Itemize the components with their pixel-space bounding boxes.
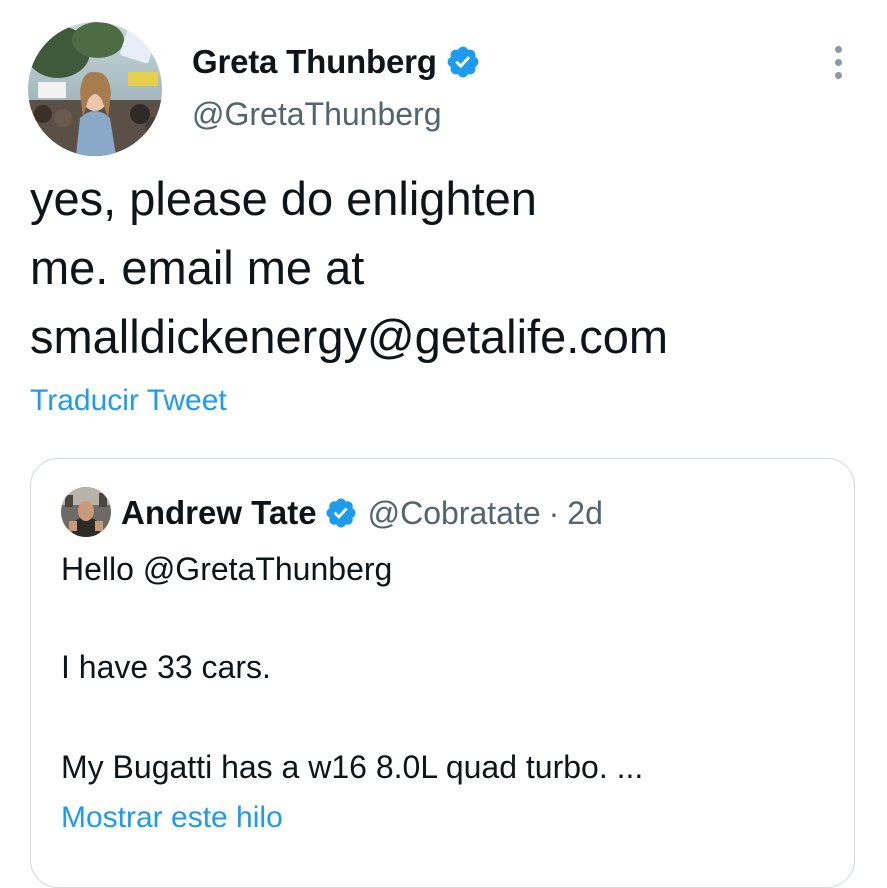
quoted-author-avatar[interactable] xyxy=(61,487,111,537)
quoted-author-avatar-photo xyxy=(61,487,111,537)
author-avatar-photo xyxy=(28,22,162,156)
quoted-tweet-line: I have 33 cars. xyxy=(61,649,271,685)
more-dot xyxy=(834,71,842,79)
more-dot xyxy=(834,45,842,53)
tweet-text-line: me. email me at xyxy=(30,241,365,294)
tweet-text-line: yes, please do enlighten xyxy=(30,172,537,225)
author-name-row[interactable]: Greta Thunberg xyxy=(192,40,481,84)
quoted-tweet-time[interactable]: 2d xyxy=(567,495,603,532)
tweet-text-line: smalldickenergy@getalife.com xyxy=(30,310,669,363)
author-handle[interactable]: @GretaThunberg xyxy=(192,96,442,133)
more-dot xyxy=(834,58,842,66)
translate-tweet-link[interactable]: Traducir Tweet xyxy=(30,384,227,418)
verified-badge-icon xyxy=(445,44,481,80)
author-avatar[interactable] xyxy=(28,22,162,156)
author-display-name[interactable]: Greta Thunberg xyxy=(192,43,437,81)
separator-dot: · xyxy=(548,494,560,531)
show-thread-link[interactable]: Mostrar este hilo xyxy=(61,801,283,835)
tweet-text: yes, please do enlighten me. email me at… xyxy=(30,164,850,371)
verified-badge-icon xyxy=(324,496,358,530)
quoted-tweet-line: My Bugatti has a w16 8.0L quad turbo. ..… xyxy=(61,749,644,785)
quoted-author-handle[interactable]: @Cobratate xyxy=(368,495,541,532)
quoted-tweet-card[interactable]: Andrew Tate @Cobratate · 2d Hello @Greta… xyxy=(30,458,855,888)
more-options-icon[interactable] xyxy=(820,40,856,84)
quoted-tweet-line: Hello @GretaThunberg xyxy=(61,551,393,587)
quoted-author-display-name[interactable]: Andrew Tate xyxy=(121,494,317,532)
quoted-tweet-header: Andrew Tate @Cobratate · 2d xyxy=(121,491,603,535)
